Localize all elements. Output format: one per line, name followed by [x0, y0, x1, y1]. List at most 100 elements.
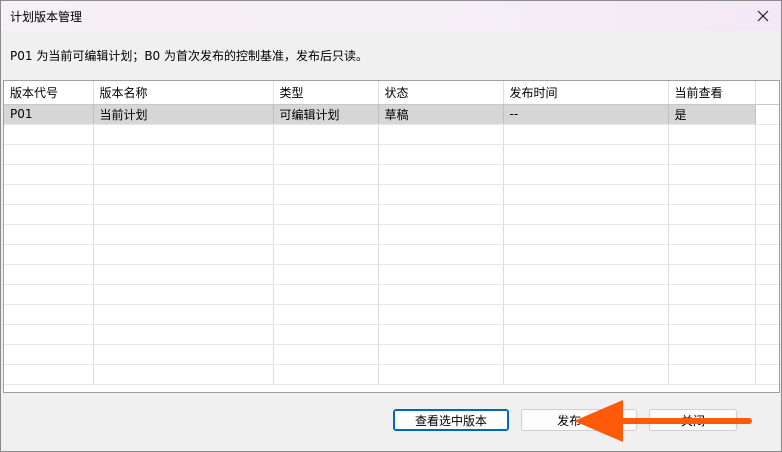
col-header-version-name[interactable]: 版本名称	[93, 81, 274, 105]
publish-b0-button[interactable]: 发布 B0	[521, 409, 637, 431]
close-button[interactable]: 关闭	[649, 409, 737, 431]
empty-cell	[273, 264, 379, 285]
empty-cell	[668, 224, 756, 245]
col-header-version-code[interactable]: 版本代号	[4, 81, 94, 105]
empty-cell	[273, 284, 379, 305]
empty-cell	[93, 324, 274, 345]
empty-cell	[378, 144, 504, 165]
header-row: 版本代号 版本名称 类型 状态 发布时间 当前查看	[4, 81, 779, 105]
empty-cell	[273, 344, 379, 365]
cell-version-code: P01	[4, 104, 94, 125]
empty-cell	[4, 144, 94, 165]
empty-cell	[503, 184, 669, 205]
empty-cell	[755, 204, 779, 225]
empty-cell	[755, 144, 779, 165]
empty-row	[4, 284, 779, 305]
empty-cell	[503, 304, 669, 325]
col-header-type[interactable]: 类型	[273, 81, 379, 105]
empty-row	[4, 144, 779, 165]
empty-cell	[378, 264, 504, 285]
empty-row	[4, 364, 779, 385]
empty-cell	[668, 124, 756, 145]
empty-cell	[503, 284, 669, 305]
col-header-filler	[755, 81, 779, 105]
col-header-current-view[interactable]: 当前查看	[668, 81, 756, 105]
empty-cell	[93, 304, 274, 325]
empty-cell	[378, 244, 504, 265]
empty-row	[4, 304, 779, 325]
empty-cell	[755, 244, 779, 265]
empty-cell	[378, 124, 504, 145]
empty-cell	[273, 244, 379, 265]
empty-cell	[755, 304, 779, 325]
empty-cell	[93, 184, 274, 205]
empty-cell	[503, 364, 669, 385]
empty-cell	[668, 344, 756, 365]
empty-cell	[273, 224, 379, 245]
empty-cell	[93, 204, 274, 225]
empty-cell	[668, 244, 756, 265]
empty-row	[4, 264, 779, 285]
empty-cell	[4, 164, 94, 185]
empty-cell	[273, 144, 379, 165]
title-bar: 计划版本管理	[1, 1, 781, 31]
empty-cell	[668, 144, 756, 165]
empty-cell	[378, 164, 504, 185]
empty-cell	[503, 164, 669, 185]
empty-cell	[4, 264, 94, 285]
empty-row	[4, 244, 779, 265]
empty-cell	[93, 124, 274, 145]
empty-cell	[503, 264, 669, 285]
empty-cell	[273, 324, 379, 345]
empty-cell	[4, 344, 94, 365]
empty-cell	[668, 184, 756, 205]
empty-cell	[755, 284, 779, 305]
empty-cell	[273, 304, 379, 325]
cell-status: 草稿	[378, 104, 504, 125]
empty-cell	[4, 244, 94, 265]
empty-cell	[4, 324, 94, 345]
empty-cell	[378, 304, 504, 325]
empty-cell	[273, 364, 379, 385]
cell-current-view: 是	[668, 104, 756, 125]
empty-cell	[93, 144, 274, 165]
empty-row	[4, 344, 779, 365]
empty-cell	[755, 124, 779, 145]
empty-cell	[273, 164, 379, 185]
view-selected-version-button[interactable]: 查看选中版本	[393, 409, 509, 431]
empty-cell	[755, 324, 779, 345]
empty-cell	[93, 264, 274, 285]
empty-cell	[503, 124, 669, 145]
empty-cell	[503, 344, 669, 365]
empty-cell	[378, 184, 504, 205]
empty-cell	[378, 284, 504, 305]
empty-cell	[668, 164, 756, 185]
table-row[interactable]: P01 当前计划 可编辑计划 草稿 -- 是	[4, 104, 779, 125]
empty-cell	[755, 264, 779, 285]
empty-cell	[668, 304, 756, 325]
empty-cell	[93, 164, 274, 185]
cell-publish-time: --	[503, 104, 669, 125]
version-table: 版本代号 版本名称 类型 状态 发布时间 当前查看 P01 当前计划 可编辑计划…	[4, 81, 779, 385]
dialog-window: 计划版本管理 P01 为当前可编辑计划；B0 为首次发布的控制基准，发布后只读。…	[0, 0, 782, 452]
empty-row	[4, 164, 779, 185]
empty-row	[4, 124, 779, 145]
empty-row	[4, 324, 779, 345]
empty-cell	[378, 364, 504, 385]
empty-cell	[503, 244, 669, 265]
info-text: P01 为当前可编辑计划；B0 为首次发布的控制基准，发布后只读。	[10, 49, 369, 63]
empty-cell	[755, 224, 779, 245]
empty-cell	[273, 124, 379, 145]
empty-cell	[273, 184, 379, 205]
col-header-status[interactable]: 状态	[378, 81, 504, 105]
empty-cell	[4, 204, 94, 225]
version-grid[interactable]: 版本代号 版本名称 类型 状态 发布时间 当前查看 P01 当前计划 可编辑计划…	[3, 80, 780, 393]
empty-cell	[4, 184, 94, 205]
empty-row	[4, 224, 779, 245]
col-header-publish-time[interactable]: 发布时间	[503, 81, 669, 105]
close-window-button[interactable]	[745, 1, 781, 31]
empty-cell	[503, 204, 669, 225]
cell-filler	[755, 104, 779, 125]
empty-cell	[4, 284, 94, 305]
cell-version-name: 当前计划	[93, 104, 274, 125]
